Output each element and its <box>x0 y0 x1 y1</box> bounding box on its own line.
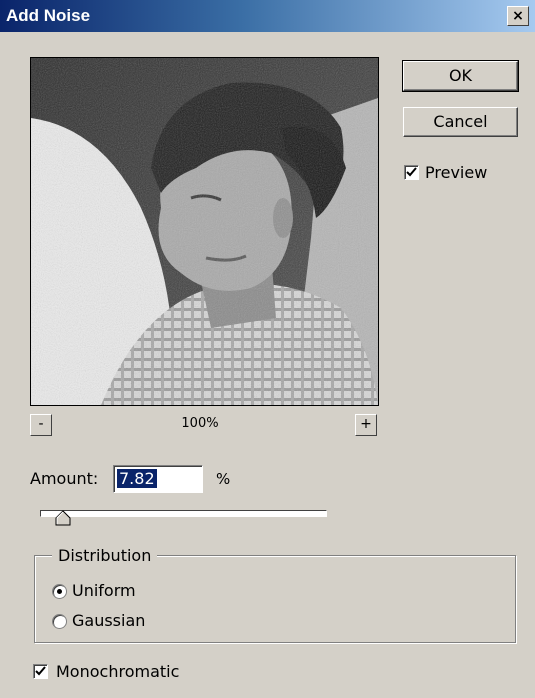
amount-label: Amount: <box>30 469 99 488</box>
add-noise-dialog: Add Noise × - 100% + OK Cancel Preview A… <box>0 0 535 698</box>
radio-uniform[interactable] <box>52 584 67 599</box>
monochromatic-label: Monochromatic <box>56 662 180 681</box>
cancel-button[interactable]: Cancel <box>403 107 518 137</box>
uniform-label: Uniform <box>72 581 136 600</box>
gaussian-label: Gaussian <box>72 611 146 630</box>
ok-button[interactable]: OK <box>402 60 519 92</box>
amount-slider-track[interactable] <box>40 510 327 517</box>
zoom-in-button[interactable]: + <box>355 414 377 436</box>
checkmark-icon <box>406 167 417 177</box>
close-icon: × <box>512 8 524 24</box>
preview-checkbox[interactable] <box>404 165 419 180</box>
radio-selected-dot <box>57 589 62 594</box>
close-button[interactable]: × <box>507 6 529 26</box>
zoom-level: 100% <box>181 416 219 431</box>
slider-thumb-icon[interactable] <box>55 510 71 526</box>
amount-input[interactable]: 7.82 <box>113 465 203 493</box>
amount-value: 7.82 <box>117 469 157 488</box>
zoom-out-label: - <box>38 416 44 432</box>
preview-label: Preview <box>425 163 488 182</box>
amount-unit: % <box>216 470 231 488</box>
checkmark-icon <box>35 666 46 676</box>
preview-image[interactable] <box>30 57 379 406</box>
monochromatic-checkbox[interactable] <box>33 664 48 679</box>
window-title: Add Noise <box>6 6 91 25</box>
distribution-title: Distribution <box>52 546 158 565</box>
zoom-out-button[interactable]: - <box>30 414 52 436</box>
title-bar: Add Noise × <box>0 0 535 32</box>
zoom-in-label: + <box>360 416 372 432</box>
radio-gaussian[interactable] <box>52 614 67 629</box>
